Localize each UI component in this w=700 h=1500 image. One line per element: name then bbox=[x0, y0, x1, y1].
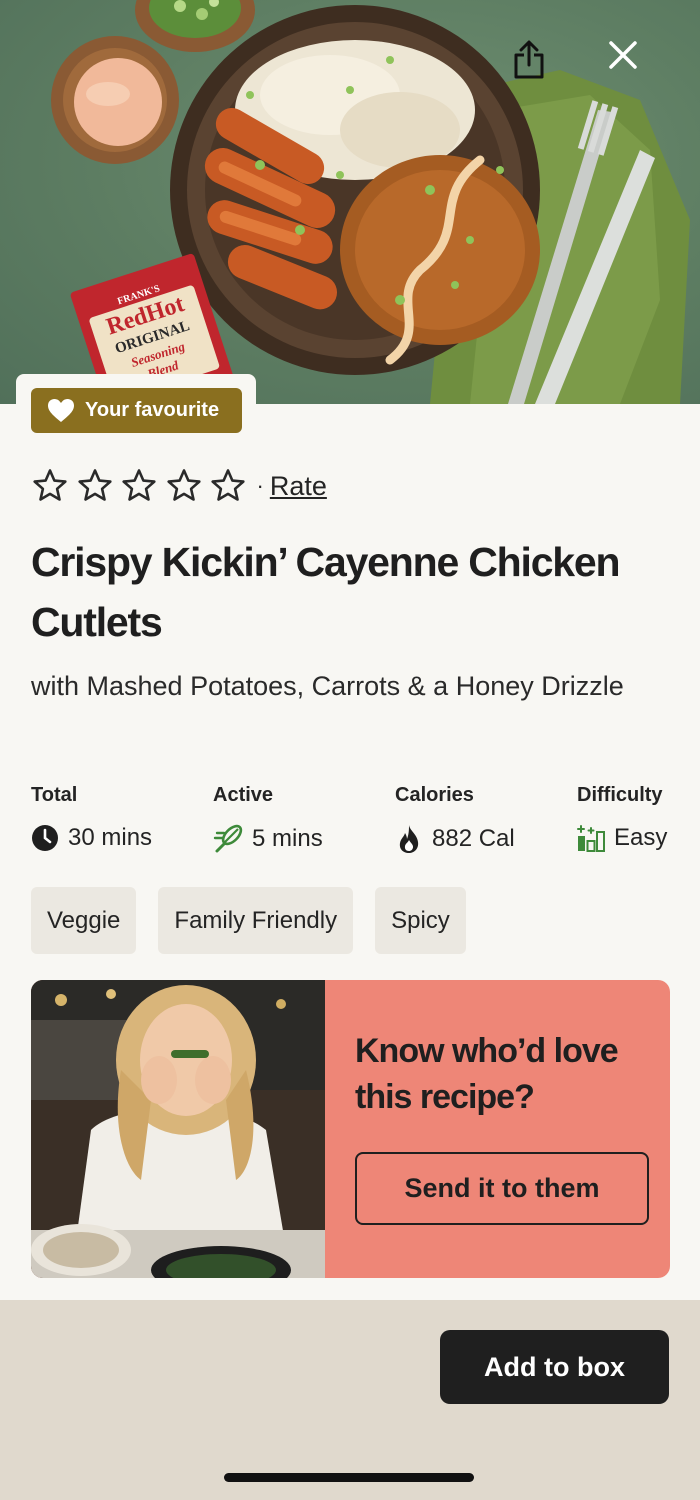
stat-calories-value: 882 Cal bbox=[432, 825, 515, 852]
close-button[interactable] bbox=[608, 40, 656, 88]
close-icon bbox=[609, 41, 637, 69]
favourite-badge[interactable]: Your favourite bbox=[31, 388, 242, 433]
star-3-icon[interactable] bbox=[121, 468, 157, 504]
stat-active-label: Active bbox=[213, 784, 274, 806]
favourite-label: Your favourite bbox=[85, 399, 220, 421]
stat-active: Active 5 mins bbox=[213, 784, 323, 854]
star-5-icon[interactable] bbox=[210, 468, 246, 504]
stat-total-value: 30 mins bbox=[68, 824, 153, 851]
stat-difficulty-value: Easy bbox=[614, 824, 668, 851]
star-1-icon[interactable] bbox=[32, 468, 68, 504]
promo-photo bbox=[31, 980, 325, 1278]
stat-total: Total 30 mins bbox=[31, 784, 152, 852]
flame-icon bbox=[399, 825, 419, 853]
recipe-subtitle: with Mashed Potatoes, Carrots & a Honey … bbox=[31, 671, 624, 701]
stat-calories-label: Calories bbox=[395, 784, 474, 806]
recipe-hero-image: FRANK'S RedHot ORIGINAL Seasoning Blend bbox=[0, 0, 700, 404]
difficulty-bars-icon bbox=[577, 825, 605, 852]
recipe-photo: FRANK'S RedHot ORIGINAL Seasoning Blend bbox=[51, 0, 690, 404]
recipe-title: Crispy Kickin’ Cayenne Chicken Cutlets bbox=[31, 539, 621, 645]
rating-row: · Rate bbox=[32, 464, 327, 508]
share-button[interactable] bbox=[512, 40, 560, 88]
star-4-icon[interactable] bbox=[166, 468, 202, 504]
star-2-icon[interactable] bbox=[77, 468, 113, 504]
stat-difficulty-label: Difficulty bbox=[577, 784, 663, 806]
stat-difficulty: Difficulty Easy bbox=[577, 784, 667, 852]
rating-separator: · bbox=[256, 473, 264, 498]
stat-calories: Calories 882 Cal bbox=[395, 784, 515, 854]
rate-link[interactable]: Rate bbox=[270, 471, 327, 502]
add-to-box-button[interactable]: Add to box bbox=[440, 1330, 669, 1404]
tag-list: Veggie Family Friendly Spicy bbox=[31, 887, 466, 954]
tag-chip[interactable]: Veggie bbox=[31, 887, 137, 954]
heart-icon bbox=[48, 399, 74, 422]
share-promo-card: Know who’d love this recipe? Send it to … bbox=[31, 980, 670, 1278]
whisk-icon bbox=[213, 824, 243, 853]
send-it-button[interactable]: Send it to them bbox=[355, 1152, 649, 1225]
tag-chip[interactable]: Family Friendly bbox=[158, 887, 354, 954]
tag-chip[interactable]: Spicy bbox=[375, 887, 466, 954]
stat-active-value: 5 mins bbox=[252, 825, 323, 852]
home-indicator[interactable] bbox=[224, 1473, 474, 1482]
promo-heading: Know who’d love this recipe? bbox=[355, 1032, 619, 1116]
clock-icon bbox=[32, 825, 58, 851]
share-icon bbox=[514, 40, 544, 79]
stat-total-label: Total bbox=[31, 784, 78, 806]
